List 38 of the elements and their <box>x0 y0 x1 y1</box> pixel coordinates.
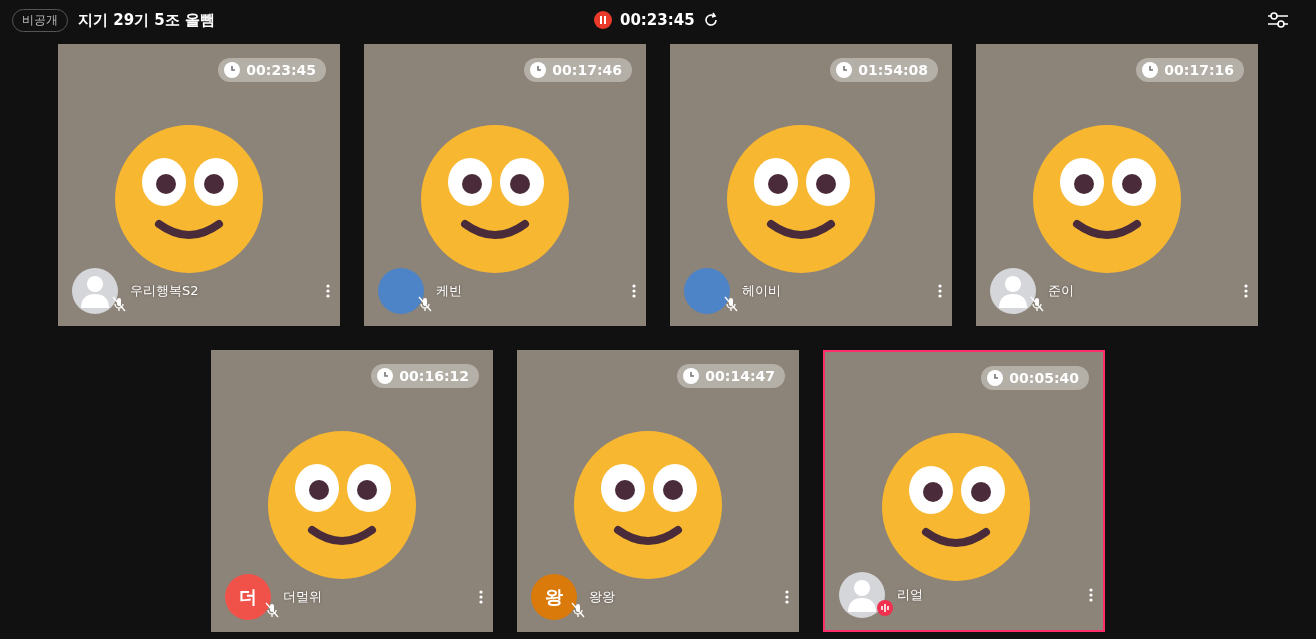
pause-recording-button[interactable] <box>594 11 612 29</box>
person-silhouette-icon <box>998 274 1028 308</box>
clock-icon <box>530 62 547 78</box>
participant-name: 왕왕 <box>589 588 616 606</box>
timer-text: 00:17:46 <box>552 62 622 78</box>
timer-text: 01:54:08 <box>858 62 928 78</box>
person-silhouette-icon <box>80 274 110 308</box>
clock-icon <box>377 368 394 384</box>
participant-name: 준이 <box>1048 282 1075 300</box>
timer-text: 00:17:16 <box>1164 62 1234 78</box>
avatar-letter: 왕 <box>545 585 563 609</box>
more-icon[interactable] <box>938 284 942 298</box>
participant-name: 리얼 <box>897 586 924 604</box>
clock-icon <box>1142 62 1159 78</box>
participant-name: 더멀위 <box>283 588 323 606</box>
clock-icon <box>683 368 700 384</box>
clock-icon <box>224 62 241 78</box>
room-title: 지기 29기 5조 올뺌 <box>78 10 215 30</box>
elapsed-time: 00:23:45 <box>620 11 695 29</box>
more-icon[interactable] <box>1089 588 1093 602</box>
settings-icon[interactable] <box>1266 11 1290 29</box>
participant-name: 우리행복S2 <box>130 282 200 300</box>
participant-name: 케빈 <box>436 282 463 300</box>
more-icon[interactable] <box>632 284 636 298</box>
person-silhouette-icon <box>847 578 877 612</box>
refresh-icon[interactable] <box>702 12 719 28</box>
participant-name: 헤이비 <box>742 282 782 300</box>
more-icon[interactable] <box>479 590 483 604</box>
timer-text: 00:05:40 <box>1009 370 1079 386</box>
timer-text: 00:23:45 <box>246 62 316 78</box>
timer-text: 00:14:47 <box>705 368 775 384</box>
timer-text: 00:16:12 <box>399 368 469 384</box>
more-icon[interactable] <box>785 590 789 604</box>
more-icon[interactable] <box>1244 284 1248 298</box>
clock-icon <box>836 62 853 78</box>
clock-icon <box>987 370 1004 386</box>
avatar-letter: 더 <box>239 585 257 609</box>
more-icon[interactable] <box>326 284 330 298</box>
